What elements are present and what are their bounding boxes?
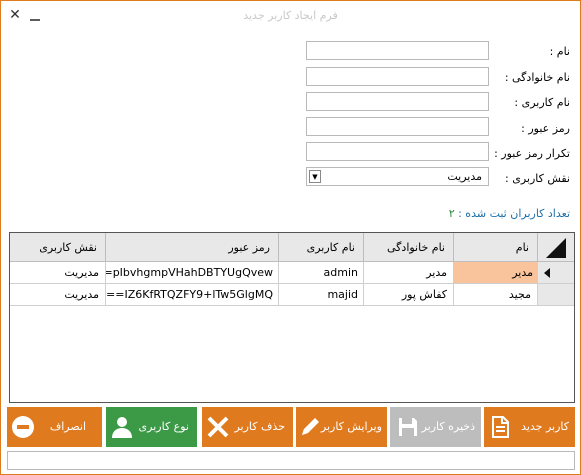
password-input[interactable]: [306, 117, 489, 136]
table-cell[interactable]: کفاش پور: [364, 284, 454, 306]
new-user-window: فرم ایجاد کاربر جدید ✕ نام : نام خانوادگ…: [0, 0, 581, 475]
column-header-role[interactable]: نقش کاربری: [10, 233, 106, 262]
pencil-icon: [302, 418, 319, 435]
table-cell[interactable]: مجید: [454, 284, 538, 306]
cancel-label: انصراف: [49, 420, 86, 433]
role-select[interactable]: مدیریت ▼: [306, 167, 489, 186]
save-user-label: ذخیره کاربر: [421, 420, 475, 433]
table-cell[interactable]: مدیر: [454, 262, 538, 284]
password-label: رمز عبور :: [521, 122, 570, 135]
column-header-first-name[interactable]: نام: [454, 233, 538, 262]
table-cell[interactable]: مدیریت: [10, 284, 106, 306]
new-user-button[interactable]: کاربر جدید: [484, 407, 575, 447]
first-name-input[interactable]: [306, 41, 489, 60]
first-name-label: نام :: [549, 45, 570, 58]
edit-user-label: ویرایش کاربر: [320, 420, 382, 433]
row-pointer-icon: [544, 268, 550, 278]
table-cell[interactable]: ==IZ6KfRTQZFY9+lTw5GlgMQ: [106, 284, 279, 306]
table-cell[interactable]: admin: [279, 262, 364, 284]
username-label: نام کاربری :: [514, 96, 570, 109]
delete-user-button[interactable]: حذف کاربر: [202, 407, 293, 447]
status-bar: [7, 451, 575, 470]
action-toolbar: کاربر جدید ذخیره کاربر ویرایش کاربر حذف …: [7, 407, 575, 447]
role-label: نقش کاربری :: [505, 172, 570, 185]
user-type-button[interactable]: نوع کاربری: [106, 407, 197, 447]
document-icon: [492, 416, 509, 438]
delete-user-label: حذف کاربر: [234, 420, 285, 433]
save-user-button[interactable]: ذخیره کاربر: [390, 407, 481, 447]
dropdown-arrow-icon[interactable]: ▼: [309, 170, 321, 183]
new-user-label: کاربر جدید: [521, 420, 569, 433]
row-header[interactable]: [538, 284, 574, 306]
grid-corner[interactable]: [538, 233, 574, 262]
edit-user-button[interactable]: ویرایش کاربر: [296, 407, 387, 447]
title-bar: فرم ایجاد کاربر جدید ✕: [1, 1, 580, 31]
registered-users-count-label: تعداد کاربران ثبت شده :: [458, 207, 570, 220]
row-header[interactable]: [538, 262, 574, 284]
username-input[interactable]: [306, 92, 489, 111]
users-grid[interactable]: نام نام خانوادگی نام کاربری رمز عبور نقش…: [9, 232, 575, 403]
window-title: فرم ایجاد کاربر جدید: [243, 9, 338, 22]
table-cell[interactable]: مدیر: [364, 262, 454, 284]
password-repeat-label: تکرار رمز عبور :: [494, 147, 570, 160]
user-type-label: نوع کاربری: [138, 420, 189, 433]
table-cell[interactable]: مدیریت: [10, 262, 106, 284]
last-name-input[interactable]: [306, 67, 489, 86]
last-name-label: نام خانوادگی :: [504, 71, 570, 84]
cancel-button[interactable]: انصراف: [7, 407, 102, 447]
password-repeat-input[interactable]: [306, 142, 489, 161]
minus-circle-icon: [12, 416, 34, 438]
column-header-password[interactable]: رمز عبور: [106, 233, 279, 262]
x-delete-icon: [207, 416, 229, 438]
close-icon[interactable]: ✕: [5, 5, 25, 25]
table-cell[interactable]: ==pIbvhgmpVHahDBTYUgQvew: [106, 262, 279, 284]
table-cell[interactable]: majid: [279, 284, 364, 306]
role-select-value: مدیریت: [447, 170, 482, 183]
column-header-username[interactable]: نام کاربری: [279, 233, 364, 262]
column-header-last-name[interactable]: نام خانوادگی: [364, 233, 454, 262]
registered-users-count-value: ۲: [448, 207, 455, 220]
user-icon: [112, 417, 132, 438]
registered-users-count: تعداد کاربران ثبت شده : ۲: [449, 207, 570, 220]
save-icon: [399, 418, 417, 436]
minimize-icon[interactable]: [25, 5, 45, 25]
